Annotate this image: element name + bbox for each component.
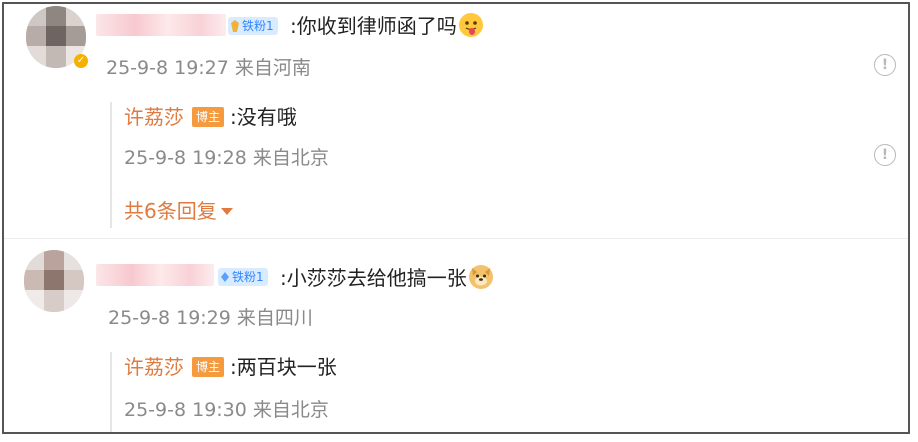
reply-indent-bar [110,102,112,228]
comment-divider [4,238,908,239]
username-blurred[interactable] [96,14,226,36]
reply-line: 许荔莎 博主:两百块一张 [124,354,337,380]
comment-text-content: :小莎莎去给他搞一张 [280,266,467,290]
report-exclamation-icon[interactable]: ! [874,54,896,76]
caret-down-icon [220,208,233,215]
reply-line: 许荔莎 博主:没有哦 [124,104,297,130]
verified-badge-icon: ✓ [74,54,88,68]
tongue-face-emoji [458,13,483,37]
comment-text: :你收到律师函了吗 [290,13,483,39]
reply-author-link[interactable]: 许荔莎 [124,355,184,379]
avatar[interactable] [24,250,84,312]
host-badge: 博主 [192,107,225,127]
comment-meta: 25-9-8 19:29 来自四川 [108,307,313,329]
reply-text: :没有哦 [230,105,297,129]
reply-meta: 25-9-8 19:28 来自北京 [124,147,329,169]
reply-author-link[interactable]: 许荔莎 [124,105,184,129]
comment-panel: ✓ 铁粉1 :你收到律师函了吗 25-9-8 19:27 来自河南 ! 许荔莎博… [2,2,910,434]
doge-icon [471,268,490,286]
fan-level-badge: 铁粉1 [228,17,278,35]
comment-text-content: :你收到律师函了吗 [290,14,457,38]
doge-emoji [468,265,493,289]
report-exclamation-icon[interactable]: ! [874,144,896,166]
view-more-replies-button[interactable]: 共6条回复 [124,198,233,224]
host-badge: 博主 [192,357,225,377]
username-blurred[interactable] [96,264,214,286]
reply-indent-bar [110,352,112,432]
fan-badge-label: 铁粉1 [242,19,274,33]
comment-meta: 25-9-8 19:27 来自河南 [106,57,311,79]
fan-badge-icon [221,272,229,282]
fan-badge-label: 铁粉1 [232,270,264,284]
reply-meta: 25-9-8 19:30 来自北京 [124,399,329,421]
more-replies-label: 共6条回复 [124,199,217,223]
reply-text: :两百块一张 [230,355,337,379]
fan-level-badge: 铁粉1 [218,268,268,286]
comment-text: :小莎莎去给他搞一张 [280,265,493,291]
fan-badge-icon [231,20,239,32]
tongue-face-icon [464,21,477,35]
